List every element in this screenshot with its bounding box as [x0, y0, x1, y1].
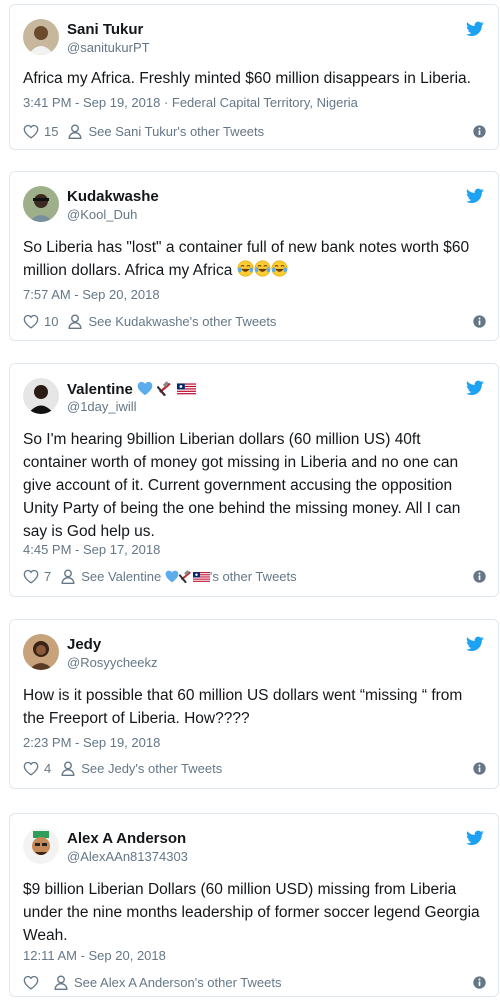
person-icon: [61, 761, 75, 776]
twitter-bird-icon[interactable]: [466, 636, 484, 652]
timestamp[interactable]: 7:57 AM - Sep 20, 2018: [23, 287, 160, 302]
tweet-actions: 4 See Jedy's other Tweets: [23, 758, 486, 778]
tweet-actions: 7 See Valentine 's other Tweets: [23, 566, 486, 586]
person-icon: [68, 124, 82, 139]
other-tweets-suffix: 's other Tweets: [209, 568, 297, 584]
timestamp[interactable]: 3:41 PM - Sep 19, 2018: [23, 95, 160, 110]
tweet-card[interactable]: Jedy @Rosyycheekz How is it possible tha…: [9, 619, 499, 789]
tweet-actions: 15 See Sani Tukur's other Tweets: [23, 121, 486, 141]
like-count: 4: [44, 760, 52, 776]
tweet-meta: 3:41 PM - Sep 19, 2018 · Federal Capital…: [23, 95, 358, 110]
twitter-bird-icon[interactable]: [466, 380, 484, 396]
info-icon[interactable]: [473, 976, 486, 989]
user-handle[interactable]: @1day_iwill: [67, 399, 137, 414]
heart-icon[interactable]: [23, 569, 39, 584]
person-icon: [54, 975, 68, 990]
medicine-hammer-icon: [179, 569, 193, 583]
tweet-actions: 10 See Kudakwashe's other Tweets: [23, 311, 486, 331]
display-name-text[interactable]: Valentine: [67, 381, 133, 398]
timestamp[interactable]: 12:11 AM - Sep 20, 2018: [23, 948, 166, 963]
other-tweets-link[interactable]: See Valentine 's other Tweets: [81, 569, 296, 584]
tears-of-joy-emoji-icon: [271, 260, 288, 277]
liberia-flag-icon: [193, 572, 210, 583]
avatar[interactable]: [23, 828, 59, 864]
avatar[interactable]: [23, 378, 59, 414]
display-name: Valentine: [67, 380, 196, 398]
tweet-text: $9 billion Liberian Dollars (60 million …: [23, 881, 480, 944]
like-count: 15: [44, 123, 59, 139]
tweet-card[interactable]: Sani Tukur @sanitukurPT Africa my Africa…: [9, 4, 499, 150]
timestamp[interactable]: 4:45 PM - Sep 17, 2018: [23, 542, 160, 557]
tweet-meta: 2:23 PM - Sep 19, 2018: [23, 735, 160, 750]
avatar[interactable]: [23, 19, 59, 55]
tears-of-joy-emoji-icon: [237, 260, 254, 277]
tweet-card[interactable]: Kudakwashe @Kool_Duh So Liberia has "los…: [9, 171, 499, 341]
tweet-actions: See Alex A Anderson's other Tweets: [23, 972, 486, 992]
tweet-text: So Liberia has "lost" a container full o…: [23, 236, 486, 282]
other-tweets-link[interactable]: See Sani Tukur's other Tweets: [88, 124, 264, 139]
twitter-bird-icon[interactable]: [466, 21, 484, 37]
like-count: 10: [44, 313, 59, 329]
other-tweets-link[interactable]: See Jedy's other Tweets: [81, 761, 222, 776]
tweet-text: So I'm hearing 9billion Liberian dollars…: [23, 431, 461, 540]
medicine-hammer-icon: [157, 380, 173, 396]
user-handle[interactable]: @Kool_Duh: [67, 207, 137, 222]
meta-separator: ·: [163, 95, 172, 110]
info-icon[interactable]: [473, 762, 486, 775]
display-name[interactable]: Kudakwashe: [67, 188, 159, 205]
tweet-meta: 7:57 AM - Sep 20, 2018: [23, 287, 160, 302]
heart-icon[interactable]: [23, 124, 39, 139]
tweet-card[interactable]: Valentine @1day_iwill So I'm hearing 9bi…: [9, 363, 499, 597]
user-handle[interactable]: @sanitukurPT: [67, 40, 150, 55]
avatar[interactable]: [23, 186, 59, 222]
display-name[interactable]: Sani Tukur: [67, 21, 143, 38]
like-count: 7: [44, 568, 52, 584]
blue-heart-icon: [165, 570, 179, 583]
tweet-meta: 12:11 AM - Sep 20, 2018: [23, 948, 166, 963]
heart-icon[interactable]: [23, 975, 39, 990]
user-handle[interactable]: @Rosyycheekz: [67, 655, 158, 670]
info-icon[interactable]: [473, 315, 486, 328]
tweet-text: Africa my Africa. Freshly minted $60 mil…: [23, 70, 471, 87]
blue-heart-icon: [137, 381, 153, 396]
location[interactable]: Federal Capital Territory, Nigeria: [172, 95, 358, 110]
user-handle[interactable]: @AlexAAn81374303: [67, 849, 188, 864]
display-name[interactable]: Alex A Anderson: [67, 830, 186, 847]
twitter-bird-icon[interactable]: [466, 188, 484, 204]
person-icon: [68, 314, 82, 329]
person-icon: [61, 569, 75, 584]
info-icon[interactable]: [473, 570, 486, 583]
timestamp[interactable]: 2:23 PM - Sep 19, 2018: [23, 735, 160, 750]
heart-icon[interactable]: [23, 314, 39, 329]
twitter-bird-icon[interactable]: [466, 830, 484, 846]
info-icon[interactable]: [473, 125, 486, 138]
other-tweets-link[interactable]: See Alex A Anderson's other Tweets: [74, 975, 282, 990]
other-tweets-prefix: See Valentine: [81, 568, 162, 584]
avatar[interactable]: [23, 634, 59, 670]
tweet-meta: 4:45 PM - Sep 17, 2018: [23, 542, 160, 557]
display-name[interactable]: Jedy: [67, 636, 101, 653]
liberia-flag-icon: [177, 383, 196, 396]
tears-of-joy-emoji-icon: [254, 260, 271, 277]
tweet-text: How is it possible that 60 million US do…: [23, 687, 463, 727]
other-tweets-link[interactable]: See Kudakwashe's other Tweets: [88, 314, 276, 329]
heart-icon[interactable]: [23, 761, 39, 776]
tweet-card[interactable]: Alex A Anderson @AlexAAn81374303 $9 bill…: [9, 813, 499, 997]
